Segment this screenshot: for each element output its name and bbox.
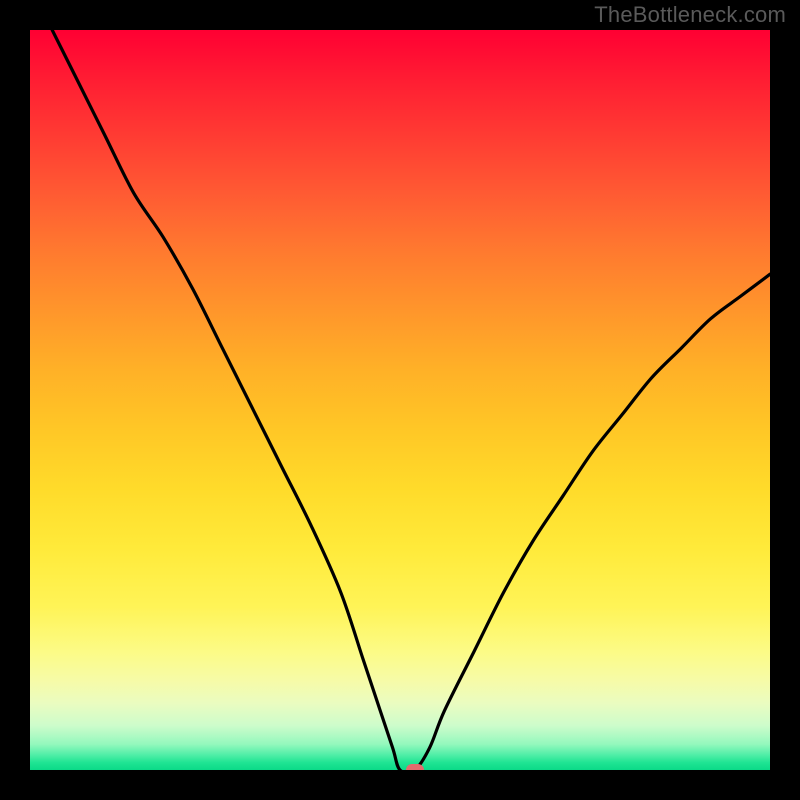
plot-area (30, 30, 770, 770)
optimum-marker (406, 764, 424, 770)
chart-frame: TheBottleneck.com (0, 0, 800, 800)
watermark-text: TheBottleneck.com (594, 2, 786, 28)
bottleneck-curve (30, 30, 770, 770)
